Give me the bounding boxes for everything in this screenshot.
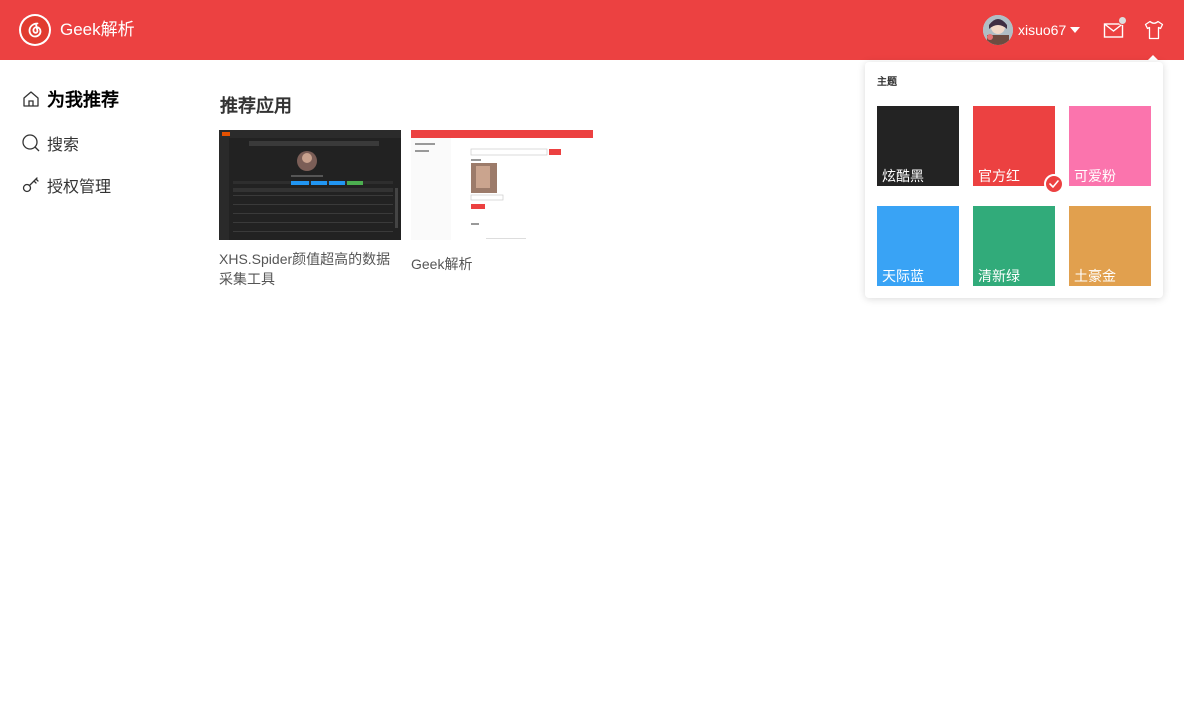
tshirt-icon[interactable]	[1143, 19, 1165, 41]
app-card-caption: XHS.Spider颜值超高的数据采集工具	[219, 251, 391, 287]
theme-swatch-gold[interactable]: 土豪金	[1069, 206, 1151, 286]
sidebar-item-recommend[interactable]: 为我推荐	[21, 87, 119, 111]
app-card-caption: Geek解析	[411, 256, 473, 272]
notification-dot	[1118, 16, 1127, 25]
theme-name: 清新绿	[978, 268, 1020, 284]
theme-name: 官方红	[978, 168, 1020, 184]
app-thumbnail	[411, 130, 593, 240]
app-title[interactable]: Geek解析	[60, 19, 135, 41]
avatar[interactable]	[983, 15, 1013, 45]
theme-name: 土豪金	[1074, 268, 1116, 284]
theme-name: 可爱粉	[1074, 168, 1116, 184]
checkmark-icon	[1044, 174, 1064, 194]
theme-swatch-green[interactable]: 清新绿	[973, 206, 1055, 286]
sidebar-item-label: 为我推荐	[47, 90, 119, 110]
app-card-geek[interactable]: Geek解析	[411, 130, 593, 274]
section-title: 推荐应用	[220, 96, 292, 116]
app-card-xhs-spider[interactable]: XHS.Spider颜值超高的数据采集工具	[219, 130, 401, 289]
sidebar-item-label: 授权管理	[47, 179, 112, 196]
top-bar: Geek解析 xisuo67	[0, 0, 1184, 60]
theme-name: 天际蓝	[882, 268, 924, 284]
popup-arrow	[1146, 55, 1160, 62]
theme-swatch-blue[interactable]: 天际蓝	[877, 206, 959, 286]
sidebar-item-label: 搜索	[47, 137, 80, 154]
sidebar-item-search[interactable]: 搜索	[21, 131, 79, 155]
key-icon	[22, 177, 39, 193]
app-thumbnail	[219, 130, 401, 240]
chevron-down-icon[interactable]	[1070, 27, 1080, 33]
theme-swatch-pink[interactable]: 可爱粉	[1069, 106, 1151, 186]
theme-popup: 主题 炫酷黑 官方红 可爱粉 天际蓝 清新绿 土豪金	[865, 62, 1163, 298]
sidebar-item-authorization[interactable]: 授权管理	[21, 173, 111, 197]
theme-name: 炫酷黑	[882, 168, 924, 184]
theme-swatch-black[interactable]: 炫酷黑	[877, 106, 959, 186]
search-icon	[22, 134, 40, 152]
home-icon	[23, 91, 39, 107]
popup-title: 主题	[877, 77, 897, 88]
username[interactable]: xisuo67	[1018, 21, 1066, 39]
theme-swatch-red[interactable]: 官方红	[973, 106, 1064, 194]
netease-music-logo-icon[interactable]	[19, 14, 51, 46]
